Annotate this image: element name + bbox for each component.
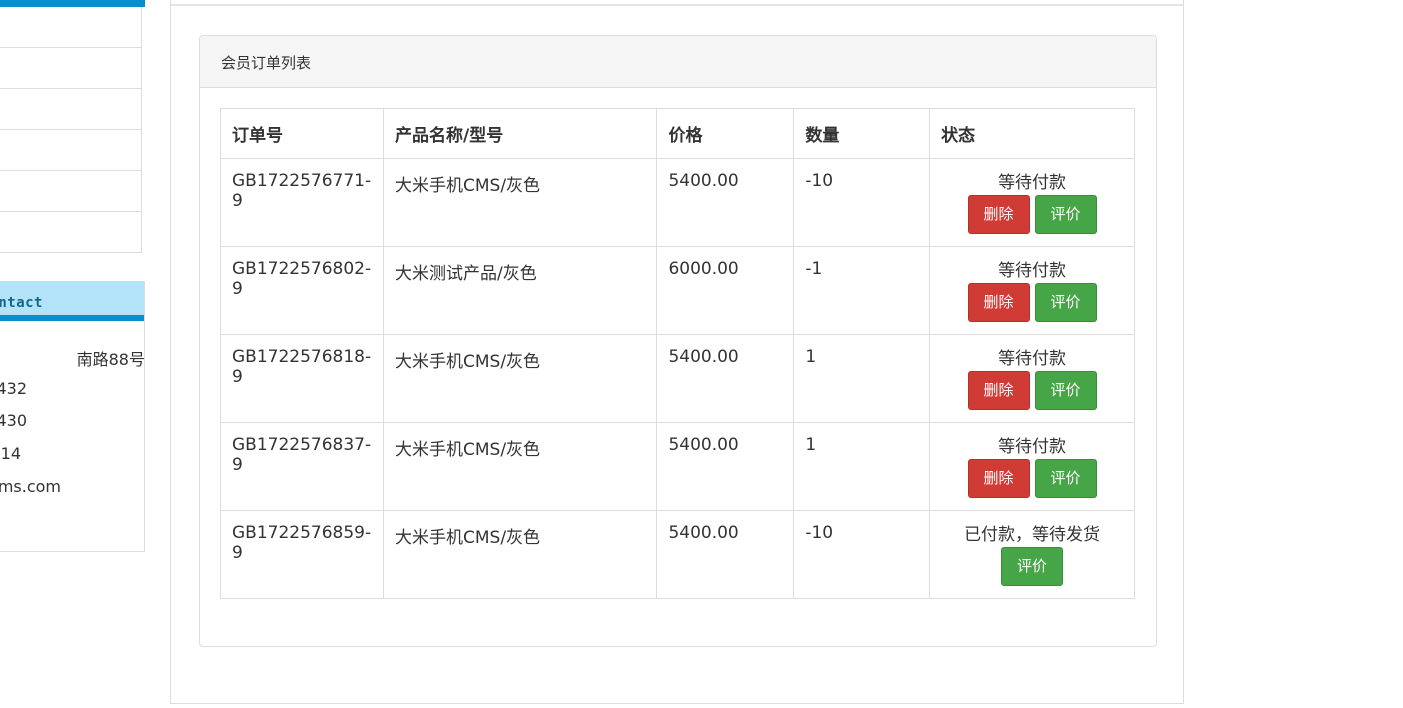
row-actions: 删除 评价 <box>936 195 1128 234</box>
sidebar-accent-bar <box>0 0 145 7</box>
sidebar-nav-item[interactable] <box>0 48 141 89</box>
order-number-cell: GB1722576859-9 <box>220 510 384 599</box>
order-number-cell: GB1722576802-9 <box>220 246 384 335</box>
sidebar-nav-list <box>0 7 142 253</box>
table-row: GB1722576771-9 大米手机CMS/灰色 5400.00 -10 等待… <box>220 158 1135 247</box>
quantity-cell: -10 <box>793 510 931 599</box>
review-button[interactable]: 评价 <box>1034 283 1097 322</box>
status-cell: 等待付款 删除 评价 <box>929 334 1135 423</box>
delete-button[interactable]: 删除 <box>967 283 1030 322</box>
product-cell: 大米手机CMS/灰色 <box>382 422 658 511</box>
column-header-quantity: 数量 <box>793 108 931 159</box>
column-header-product: 产品名称/型号 <box>382 108 658 159</box>
delete-button[interactable]: 删除 <box>967 459 1030 498</box>
order-status: 等待付款 <box>998 437 1067 457</box>
price-cell: 5400.00 <box>656 422 795 511</box>
table-row: GB1722576818-9 大米手机CMS/灰色 5400.00 1 等待付款… <box>220 334 1135 423</box>
contact-mobile: 714 <box>0 444 21 463</box>
sidebar-nav-item[interactable] <box>0 212 141 253</box>
price-cell: 5400.00 <box>656 510 795 599</box>
product-cell: 大米测试产品/灰色 <box>382 246 658 335</box>
sidebar: ntact 南路88号 432 430 714 cms.com <box>0 0 145 552</box>
sidebar-nav-item[interactable] <box>0 7 141 48</box>
contact-lines: 南路88号 432 430 714 cms.com <box>0 346 145 516</box>
status-cell: 等待付款 删除 评价 <box>929 158 1135 247</box>
contact-address: 南路88号 <box>76 350 145 369</box>
sidebar-nav-item[interactable] <box>0 130 141 171</box>
contact-email: cms.com <box>0 477 61 496</box>
order-status: 等待付款 <box>998 349 1067 369</box>
delete-button[interactable]: 删除 <box>967 195 1030 234</box>
column-header-order-no: 订单号 <box>220 108 384 159</box>
main-top-divider <box>171 4 1183 6</box>
orders-table: 订单号 产品名称/型号 价格 数量 状态 GB1722576771-9 大米手机… <box>220 108 1135 599</box>
orders-panel: 会员订单列表 订单号 产品名称/型号 价格 数量 状态 GB1722576771… <box>199 35 1157 647</box>
product-cell: 大米手机CMS/灰色 <box>382 510 658 599</box>
table-row: GB1722576802-9 大米测试产品/灰色 6000.00 -1 等待付款… <box>220 246 1135 335</box>
order-status: 等待付款 <box>998 261 1067 281</box>
review-button[interactable]: 评价 <box>1001 547 1064 586</box>
table-header-row: 订单号 产品名称/型号 价格 数量 状态 <box>220 108 1135 159</box>
row-actions: 删除 评价 <box>936 371 1128 410</box>
contact-phone: 432 <box>0 379 27 398</box>
status-cell: 已付款，等待发货 评价 <box>929 510 1135 599</box>
product-cell: 大米手机CMS/灰色 <box>382 334 658 423</box>
quantity-cell: -1 <box>793 246 931 335</box>
sidebar-nav-item[interactable] <box>0 89 141 130</box>
price-cell: 6000.00 <box>656 246 795 335</box>
delete-button[interactable]: 删除 <box>967 371 1030 410</box>
order-status: 等待付款 <box>998 173 1067 193</box>
status-cell: 等待付款 删除 评价 <box>929 422 1135 511</box>
contact-title: ntact <box>0 295 43 311</box>
main-content: 会员订单列表 订单号 产品名称/型号 价格 数量 状态 GB1722576771… <box>170 0 1184 704</box>
row-actions: 删除 评价 <box>936 459 1128 498</box>
contact-fax: 430 <box>0 411 27 430</box>
table-row: GB1722576837-9 大米手机CMS/灰色 5400.00 1 等待付款… <box>220 422 1135 511</box>
quantity-cell: 1 <box>793 422 931 511</box>
quantity-cell: 1 <box>793 334 931 423</box>
product-cell: 大米手机CMS/灰色 <box>382 158 658 247</box>
price-cell: 5400.00 <box>656 158 795 247</box>
status-cell: 等待付款 删除 评价 <box>929 246 1135 335</box>
sidebar-nav-item[interactable] <box>0 171 141 212</box>
row-actions: 删除 评价 <box>936 283 1128 322</box>
panel-title: 会员订单列表 <box>200 36 1156 88</box>
price-cell: 5400.00 <box>656 334 795 423</box>
quantity-cell: -10 <box>793 158 931 247</box>
review-button[interactable]: 评价 <box>1034 459 1097 498</box>
order-number-cell: GB1722576837-9 <box>220 422 384 511</box>
order-number-cell: GB1722576771-9 <box>220 158 384 247</box>
column-header-price: 价格 <box>656 108 795 159</box>
table-row: GB1722576859-9 大米手机CMS/灰色 5400.00 -10 已付… <box>220 510 1135 599</box>
order-status: 已付款，等待发货 <box>964 525 1101 545</box>
order-number-cell: GB1722576818-9 <box>220 334 384 423</box>
review-button[interactable]: 评价 <box>1034 195 1097 234</box>
row-actions: 评价 <box>936 547 1128 586</box>
review-button[interactable]: 评价 <box>1034 371 1097 410</box>
column-header-status: 状态 <box>929 108 1135 159</box>
